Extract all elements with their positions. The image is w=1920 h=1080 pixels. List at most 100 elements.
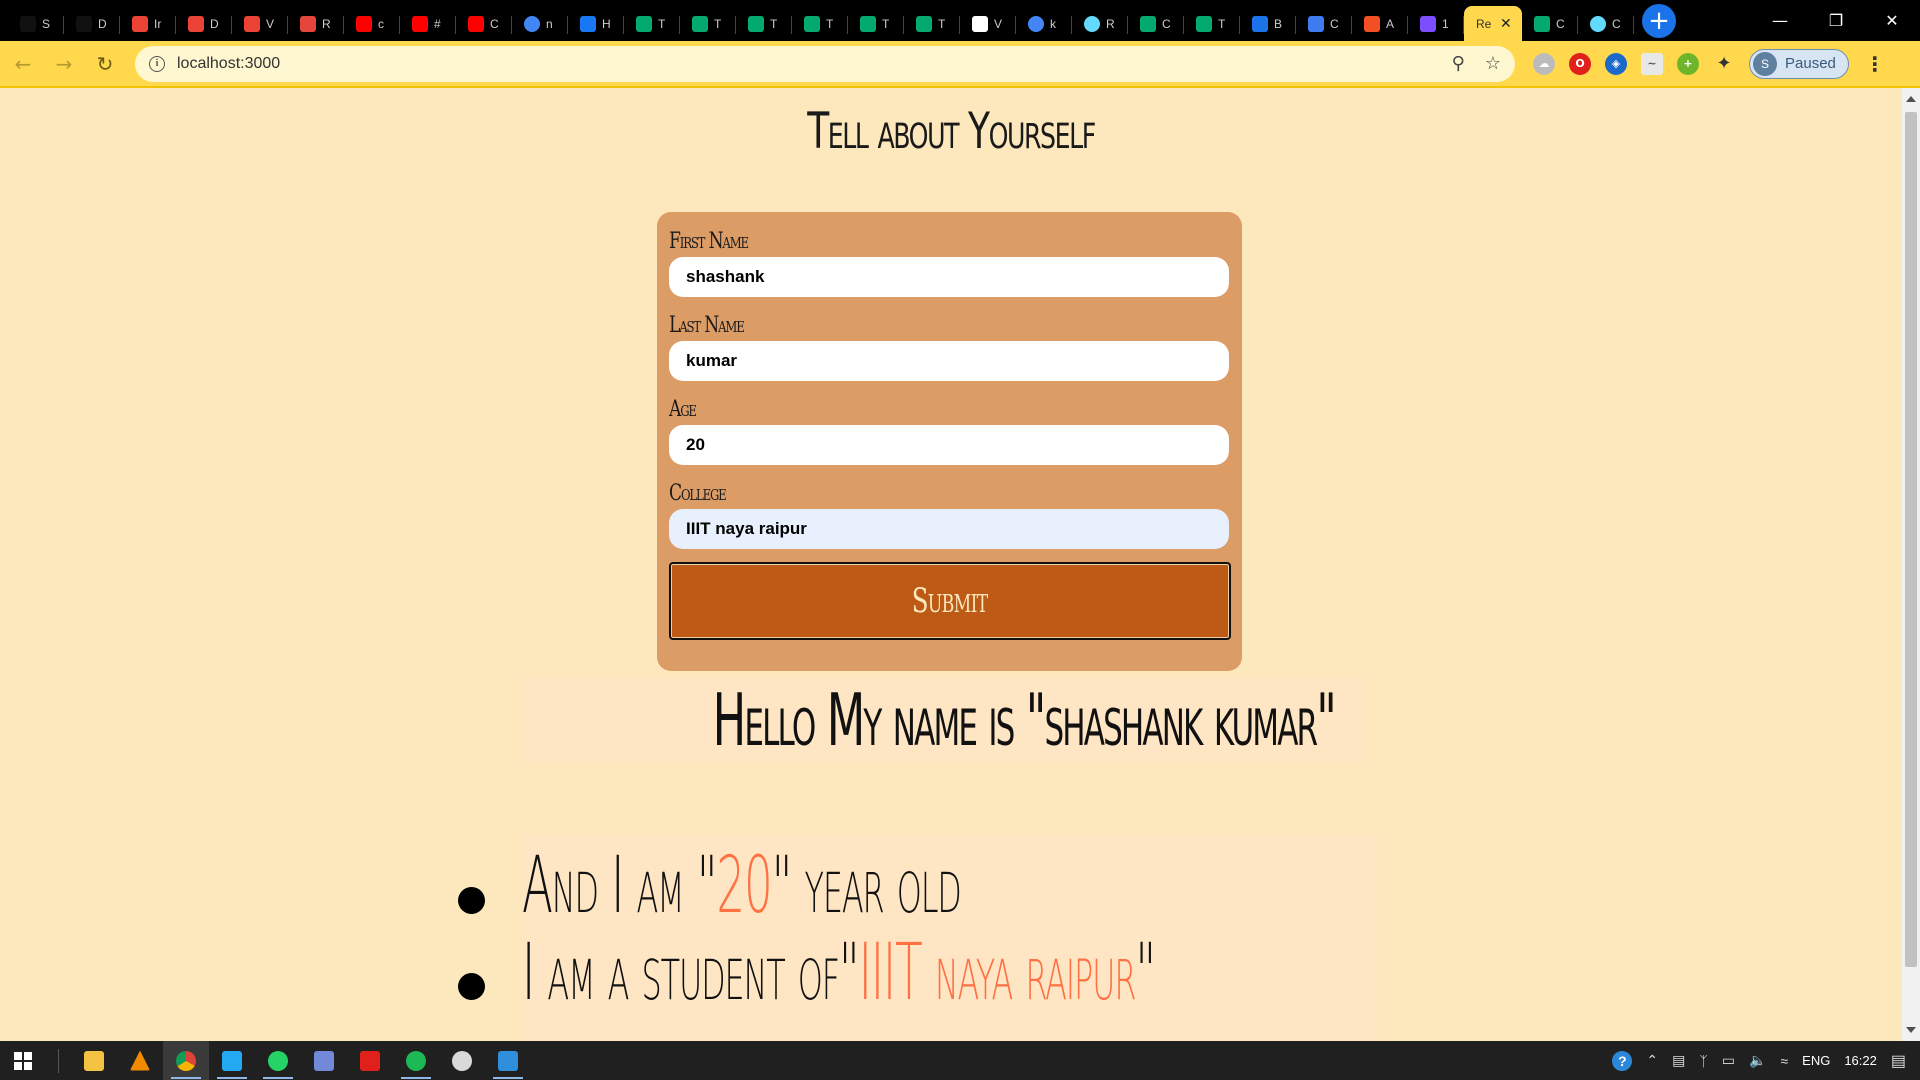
browser-tab[interactable]: S — [8, 6, 64, 41]
browser-tab[interactable]: D — [64, 6, 120, 41]
extension-translate-icon[interactable]: ◈ — [1605, 52, 1627, 75]
extension-plus-icon[interactable]: + — [1677, 52, 1699, 75]
language-indicator[interactable]: ENG — [1802, 1053, 1830, 1068]
start-button[interactable] — [0, 1041, 46, 1080]
app-clock-icon[interactable] — [439, 1041, 485, 1080]
close-icon[interactable]: ✕ — [1864, 0, 1920, 41]
tab-title: T — [714, 16, 722, 31]
browser-tab[interactable]: Re ✕ — [1464, 6, 1522, 41]
browser-tab[interactable]: V — [960, 6, 1016, 41]
w3-icon — [1196, 15, 1212, 32]
browser-tab[interactable]: T — [792, 6, 848, 41]
submit-button[interactable]: Submit — [669, 562, 1231, 640]
photos-icon[interactable] — [485, 1041, 531, 1080]
tab-title: T — [1218, 16, 1226, 31]
browser-tab[interactable]: R — [288, 6, 344, 41]
college-label: College — [669, 481, 727, 506]
browser-tab[interactable]: C — [1128, 6, 1184, 41]
age-prefix: And I am " — [522, 841, 718, 931]
help-icon[interactable]: ? — [1612, 1050, 1633, 1071]
scroll-thumb[interactable] — [1905, 112, 1917, 967]
browser-tab[interactable]: V — [232, 6, 288, 41]
browser-tab[interactable]: T — [904, 6, 960, 41]
greeting-content: Hello My name is "shashank kumar" — [712, 678, 1337, 762]
browser-tab[interactable]: H — [568, 6, 624, 41]
google-icon — [1028, 15, 1044, 32]
last-name-input[interactable]: kumar — [669, 341, 1229, 381]
tab-close-icon[interactable]: ✕ — [1500, 15, 1512, 32]
browser-tab[interactable]: 1 — [1408, 6, 1464, 41]
tab-title: S — [42, 16, 51, 31]
scroll-up-icon[interactable] — [1906, 96, 1916, 102]
w3-icon — [1140, 15, 1156, 32]
wifi-icon[interactable]: ≈ — [1780, 1053, 1788, 1069]
college-input[interactable]: IIIT naya raipur — [669, 509, 1229, 549]
bluetooth-icon[interactable]: ᛉ — [1699, 1053, 1707, 1069]
vscode-icon[interactable] — [209, 1041, 255, 1080]
youtube-icon — [412, 15, 428, 32]
clock[interactable]: 16:22 — [1844, 1053, 1877, 1068]
browser-tab[interactable]: A — [1352, 6, 1408, 41]
browser-tab[interactable]: c — [344, 6, 400, 41]
google-icon — [524, 15, 540, 32]
reload-icon[interactable]: ↻ — [87, 46, 123, 82]
browser-tab[interactable]: Ir — [120, 6, 176, 41]
browser-tab[interactable]: D — [176, 6, 232, 41]
notification-icon[interactable]: ▤ — [1891, 1051, 1906, 1071]
extension-cloud-icon[interactable]: ☁ — [1533, 52, 1555, 75]
browser-tab[interactable]: T — [848, 6, 904, 41]
battery-icon[interactable]: ▭ — [1722, 1052, 1735, 1069]
browser-tab[interactable]: T — [1184, 6, 1240, 41]
system-tray: ? ⌃ ▤ ᛉ ▭ 🔈 ≈ ENG 16:22 ▤ — [1612, 1041, 1920, 1080]
browser-tab[interactable]: T — [736, 6, 792, 41]
tab-title: n — [546, 16, 553, 31]
tab-title: T — [770, 16, 778, 31]
minimize-icon[interactable]: — — [1752, 0, 1808, 41]
browser-tab[interactable]: # — [400, 6, 456, 41]
tab-title: A — [1386, 16, 1395, 31]
chevron-up-icon[interactable]: ⌃ — [1646, 1052, 1658, 1069]
discord-icon[interactable] — [301, 1041, 347, 1080]
browser-tab[interactable]: T — [680, 6, 736, 41]
tab-title: C — [1162, 16, 1171, 31]
tab-title: R — [322, 16, 331, 31]
browser-tab[interactable]: C — [1522, 6, 1578, 41]
browser-tab[interactable]: B — [1240, 6, 1296, 41]
browser-tab[interactable]: C — [456, 6, 512, 41]
browser-tab[interactable]: T — [624, 6, 680, 41]
browser-tab[interactable]: n — [512, 6, 568, 41]
extension-tile-icon[interactable]: ∼ — [1641, 52, 1663, 75]
zoom-icon[interactable]: ⚲ — [1452, 53, 1465, 74]
meet-icon[interactable]: ▤ — [1672, 1052, 1685, 1069]
first-name-input[interactable]: shashank — [669, 257, 1229, 297]
forward-icon[interactable]: → — [46, 46, 82, 82]
spotify-icon[interactable] — [393, 1041, 439, 1080]
chrome-icon[interactable] — [163, 1041, 209, 1080]
list-item-college: I am a student of"IIIT naya raipur" — [522, 923, 1613, 1023]
tab-title: C — [490, 16, 499, 31]
profile-button[interactable]: S Paused — [1749, 48, 1849, 79]
page-scrollbar[interactable] — [1902, 88, 1920, 1041]
back-icon[interactable]: ← — [5, 46, 41, 82]
restore-icon[interactable]: ❐ — [1808, 0, 1864, 41]
new-tab-button[interactable]: + — [1642, 4, 1676, 38]
age-suffix: " year old — [771, 841, 962, 931]
youtube-icon — [468, 15, 484, 32]
browser-tab[interactable]: k — [1016, 6, 1072, 41]
volume-icon[interactable]: 🔈 — [1749, 1052, 1766, 1069]
file-explorer-icon[interactable] — [71, 1041, 117, 1080]
address-bar[interactable]: i localhost:3000 ⚲ ☆ — [135, 45, 1515, 82]
site-info-icon[interactable]: i — [149, 55, 165, 72]
browser-tab[interactable]: C — [1578, 6, 1634, 41]
vlc-icon[interactable] — [117, 1041, 163, 1080]
whatsapp-icon[interactable] — [255, 1041, 301, 1080]
acrobat-icon[interactable] — [347, 1041, 393, 1080]
extension-opera-icon[interactable]: O — [1569, 52, 1591, 75]
browser-tab[interactable]: C — [1296, 6, 1352, 41]
kebab-menu-icon[interactable]: ⋮ — [1865, 52, 1885, 76]
bookmark-star-icon[interactable]: ☆ — [1485, 53, 1501, 74]
scroll-down-icon[interactable] — [1906, 1027, 1916, 1033]
browser-tab[interactable]: R — [1072, 6, 1128, 41]
extensions-puzzle-icon[interactable]: ✦ — [1713, 53, 1735, 75]
age-input[interactable]: 20 — [669, 425, 1229, 465]
